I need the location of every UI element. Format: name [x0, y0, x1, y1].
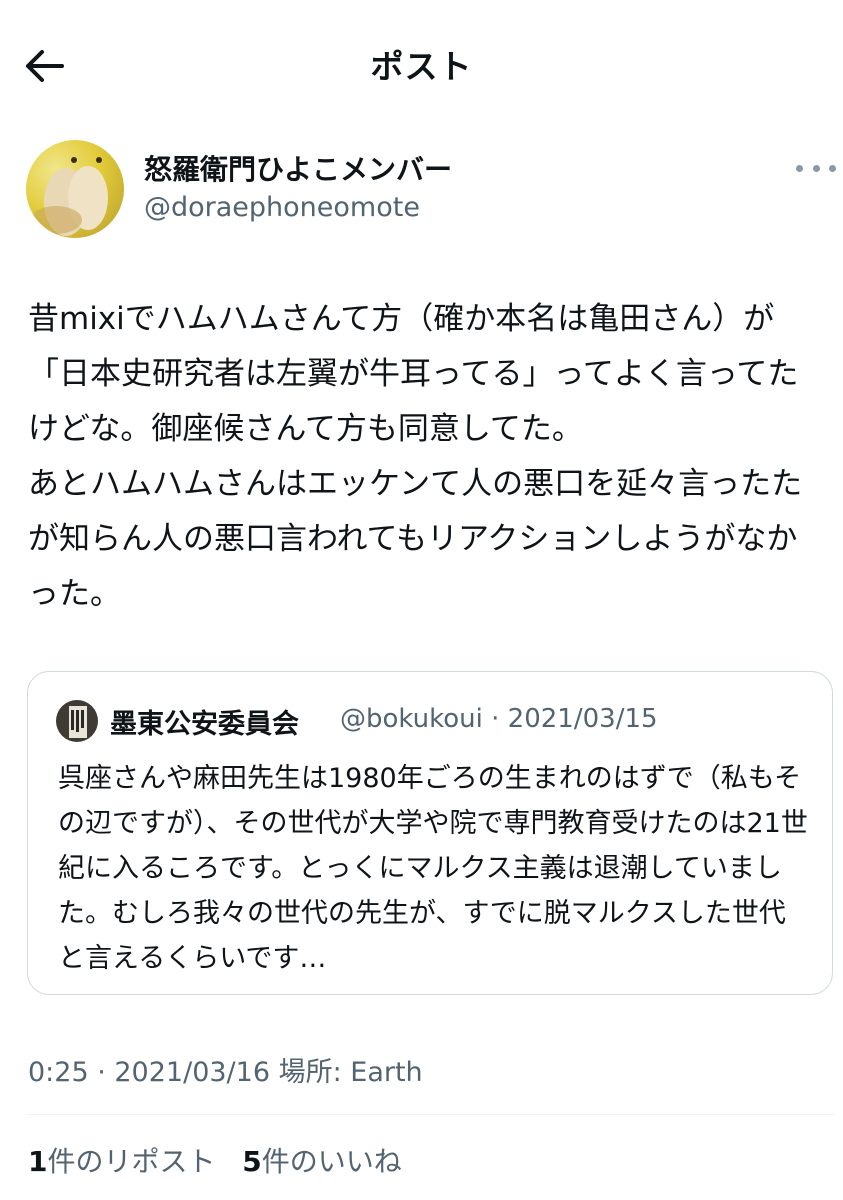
author-display-name[interactable]: 怒羅衛門ひよこメンバー: [144, 148, 452, 188]
avatar[interactable]: [26, 140, 124, 238]
more-dots-icon: [796, 164, 803, 172]
post-timestamp[interactable]: 0:25 · 2021/03/16 場所: Earth: [28, 1050, 423, 1089]
author-handle[interactable]: @doraephoneomote: [144, 192, 420, 223]
tweet-text: 昔mixiでハムハムさんて方（確か本名は亀田さん）が「日本史研究者は左翼が牛耳っ…: [28, 301, 803, 612]
engagement-stats: 1件のリポスト 5件のいいね: [28, 1140, 402, 1180]
more-dots-icon: [829, 164, 836, 172]
top-bar: ポスト: [0, 0, 843, 130]
page-title: ポスト: [370, 47, 473, 86]
divider: [27, 1114, 835, 1115]
quote-author-name: 墨東公安委員会: [110, 709, 299, 740]
quote-avatar-image: [69, 706, 87, 738]
more-options-button[interactable]: [796, 156, 836, 180]
reposts-count: 1: [28, 1145, 48, 1178]
likes-label: 件のいいね: [261, 1145, 402, 1178]
quote-avatar: [56, 700, 98, 742]
reposts-stat[interactable]: 1件のリポスト: [28, 1145, 216, 1178]
likes-stat[interactable]: 5件のいいね: [242, 1145, 402, 1178]
likes-count: 5: [242, 1145, 262, 1178]
reposts-label: 件のリポスト: [47, 1145, 216, 1178]
quote-author-meta: @bokukoui · 2021/03/15: [340, 704, 658, 734]
quote-tweet-card[interactable]: 墨東公安委員会 @bokukoui · 2021/03/15 呉座さんや麻田先生…: [27, 671, 833, 995]
more-dots-icon: [812, 164, 820, 172]
quote-text: 呉座さんや麻田先生は1980年ごろの生まれのはずで（私もその辺ですが）、その世代…: [58, 763, 808, 974]
avatar-image: [30, 157, 108, 236]
